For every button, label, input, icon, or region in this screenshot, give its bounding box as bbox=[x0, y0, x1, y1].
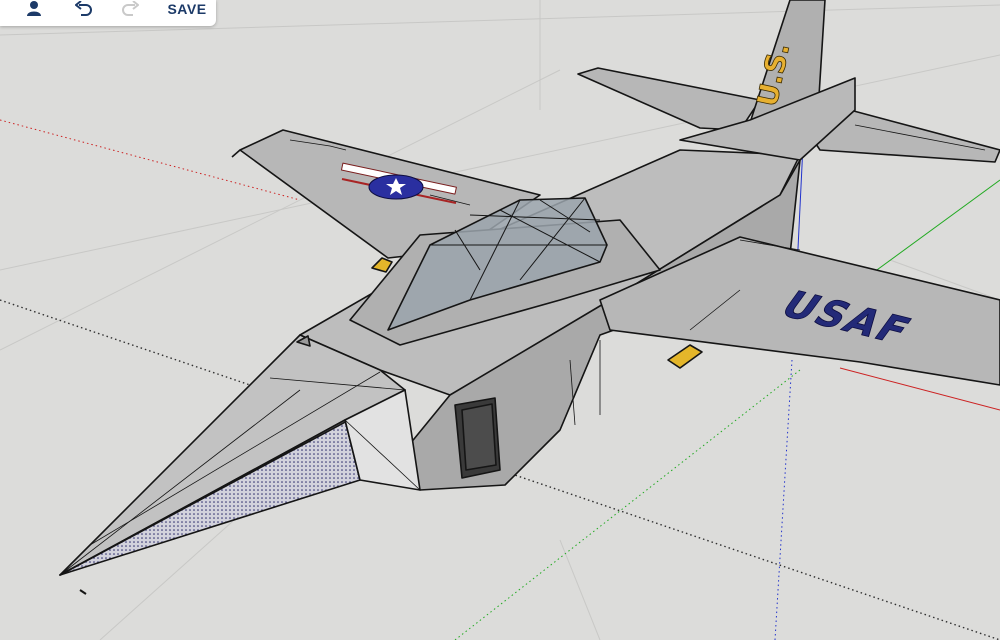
save-button[interactable]: SAVE bbox=[162, 0, 212, 18]
3d-viewport[interactable]: U.S. USAF bbox=[0, 0, 1000, 640]
left-missile bbox=[371, 257, 393, 273]
blue-axis-dotted bbox=[774, 359, 793, 640]
toolbar: SAVE bbox=[0, 0, 216, 26]
left-stabilizer bbox=[577, 67, 761, 131]
green-axis bbox=[869, 179, 1000, 276]
undo-button[interactable] bbox=[72, 0, 96, 18]
redo-icon bbox=[122, 1, 139, 16]
redo-button[interactable] bbox=[118, 0, 142, 18]
undo-icon bbox=[75, 1, 92, 16]
aircraft-model[interactable] bbox=[59, 0, 1000, 595]
user-account-button[interactable] bbox=[22, 0, 46, 18]
right-missile bbox=[667, 344, 703, 369]
user-icon bbox=[27, 1, 41, 16]
